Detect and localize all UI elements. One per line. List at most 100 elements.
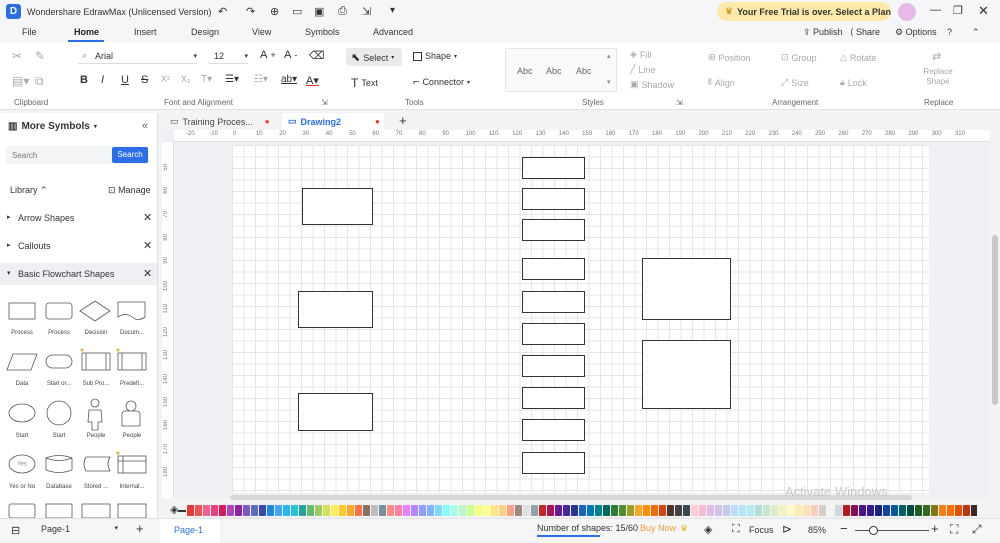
color-swatch[interactable] (947, 505, 954, 516)
color-swatch[interactable] (251, 505, 258, 516)
font-color-icon[interactable]: A▾ (306, 74, 319, 87)
strikethrough-icon[interactable]: S (141, 74, 148, 86)
rectangle-shape[interactable] (522, 323, 585, 345)
text-style-icon[interactable]: T▾ (201, 74, 212, 85)
subscript-icon[interactable]: X₂ (181, 74, 191, 84)
underline-icon[interactable]: U (121, 74, 129, 86)
color-swatch[interactable] (427, 505, 434, 516)
menu-insert[interactable]: Insert (134, 27, 157, 37)
style-scroll-up-icon[interactable]: ▴ (607, 52, 611, 60)
color-swatch[interactable] (635, 505, 642, 516)
color-swatch[interactable] (395, 505, 402, 516)
rectangle-shape[interactable] (522, 188, 585, 210)
color-swatch[interactable] (195, 505, 202, 516)
color-swatch[interactable] (923, 505, 930, 516)
publish-button[interactable]: ⇪ Publish (803, 27, 843, 38)
style-sample-3[interactable]: Abc (576, 66, 592, 76)
color-swatch[interactable] (579, 505, 586, 516)
fullscreen-icon[interactable]: ⤢ (972, 522, 982, 537)
symbol-search-input[interactable] (6, 146, 110, 164)
paste-icon[interactable]: ▤▾ (12, 74, 29, 88)
category-callouts[interactable]: ▸ Callouts ✕ (0, 236, 157, 256)
color-swatch[interactable] (507, 505, 514, 516)
redo-icon[interactable]: ↷ (246, 5, 255, 18)
layers-icon[interactable]: ◈ (704, 523, 712, 536)
color-swatch[interactable] (347, 505, 354, 516)
vertical-scroll-thumb[interactable] (992, 235, 998, 405)
size-button[interactable]: ⤢ Size (781, 77, 809, 88)
styles-expand-icon[interactable]: ⇲ (676, 98, 683, 107)
color-swatch[interactable] (779, 505, 786, 516)
zoom-in-icon[interactable]: + (931, 521, 939, 536)
color-swatch[interactable] (867, 505, 874, 516)
color-swatch[interactable] (459, 505, 466, 516)
color-swatch[interactable] (827, 505, 834, 516)
color-swatch[interactable] (571, 505, 578, 516)
new-icon[interactable]: ⊕ (270, 5, 279, 18)
avatar[interactable] (898, 3, 916, 21)
format-painter-icon[interactable]: ✎ (35, 49, 45, 63)
color-swatch[interactable] (307, 505, 314, 516)
color-swatch[interactable] (499, 505, 506, 516)
color-swatch[interactable] (435, 505, 442, 516)
focus-label[interactable]: Focus (749, 525, 774, 535)
color-swatch[interactable] (291, 505, 298, 516)
color-swatch[interactable] (411, 505, 418, 516)
help-icon[interactable]: ? (947, 27, 952, 37)
decrease-font-icon[interactable]: A- (284, 49, 297, 61)
open-icon[interactable]: ▭ (292, 5, 302, 18)
color-swatch[interactable] (523, 505, 530, 516)
color-swatch[interactable] (299, 505, 306, 516)
color-swatch[interactable] (355, 505, 362, 516)
color-swatch[interactable] (379, 505, 386, 516)
fit-page-icon[interactable]: ⛶ (950, 522, 958, 537)
export-icon[interactable]: ⇲ (362, 5, 371, 18)
color-swatch[interactable] (219, 505, 226, 516)
color-swatch[interactable] (203, 505, 210, 516)
add-tab-icon[interactable]: + (399, 113, 407, 128)
tab-training-process[interactable]: ▭ Training Proces... ● (170, 116, 270, 127)
lock-button[interactable]: 🔒︎ Lock (840, 77, 867, 88)
rectangle-shape[interactable] (302, 188, 373, 225)
color-swatch[interactable] (235, 505, 242, 516)
color-swatch[interactable] (931, 505, 938, 516)
category-arrow-shapes[interactable]: ▸ Arrow Shapes ✕ (0, 208, 157, 228)
color-swatch[interactable] (371, 505, 378, 516)
color-swatch[interactable] (611, 505, 618, 516)
rectangle-shape[interactable] (522, 258, 585, 280)
color-swatch[interactable] (939, 505, 946, 516)
color-swatch[interactable] (211, 505, 218, 516)
color-swatch[interactable] (747, 505, 754, 516)
rectangle-shape[interactable] (522, 387, 585, 409)
add-page-icon[interactable]: + (136, 521, 144, 536)
color-swatch[interactable] (907, 505, 914, 516)
color-swatch[interactable] (259, 505, 266, 516)
menu-view[interactable]: View (252, 27, 271, 37)
minimize-icon[interactable]: — (930, 4, 941, 16)
rotate-button[interactable]: △ Rotate (840, 52, 876, 63)
color-swatch[interactable] (819, 505, 826, 516)
menu-symbols[interactable]: Symbols (305, 27, 340, 37)
line-spacing-icon[interactable]: ☰▾ (225, 74, 239, 85)
color-swatch[interactable] (795, 505, 802, 516)
rectangle-shape[interactable] (642, 258, 731, 320)
color-swatch[interactable] (475, 505, 482, 516)
color-swatch[interactable] (739, 505, 746, 516)
rectangle-shape[interactable] (522, 355, 585, 377)
zoom-slider-track[interactable] (855, 530, 929, 531)
options-button[interactable]: ⚙ Options (895, 27, 937, 38)
color-swatch[interactable] (339, 505, 346, 516)
fill-button[interactable]: ◈ Fill (630, 49, 651, 60)
color-swatch[interactable] (643, 505, 650, 516)
color-swatch[interactable] (283, 505, 290, 516)
collapse-sidebar-icon[interactable]: « (142, 120, 148, 132)
color-swatch[interactable] (227, 505, 234, 516)
color-swatch[interactable] (547, 505, 554, 516)
drawing-page[interactable] (232, 145, 929, 493)
color-swatch[interactable] (723, 505, 730, 516)
zoom-out-icon[interactable]: − (840, 521, 848, 536)
color-swatch[interactable] (563, 505, 570, 516)
color-swatch[interactable] (699, 505, 706, 516)
color-swatch[interactable] (483, 505, 490, 516)
color-swatch[interactable] (267, 505, 274, 516)
